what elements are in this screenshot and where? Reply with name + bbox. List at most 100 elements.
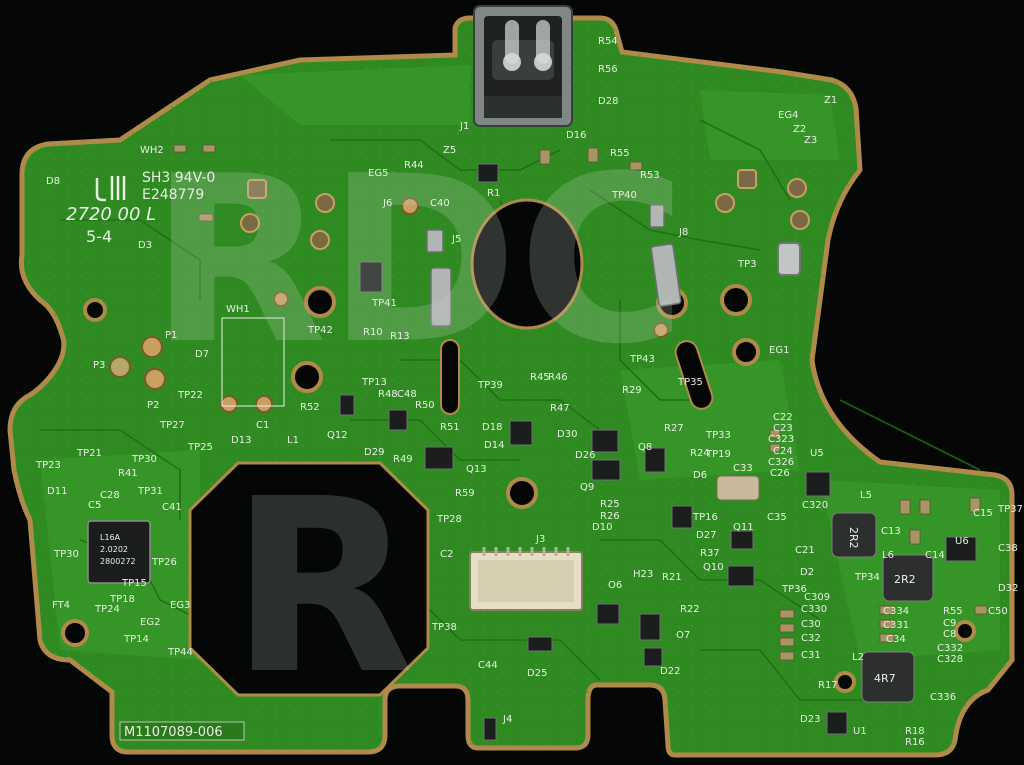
component-label: D8	[46, 176, 60, 187]
component-label: D16	[566, 130, 586, 141]
component-label: R27	[664, 423, 684, 434]
component-label: R29	[622, 385, 642, 396]
component-label: P1	[165, 330, 177, 341]
component-label: TP36	[781, 584, 807, 595]
component-label: C38	[998, 543, 1018, 554]
component-label: C328	[937, 654, 963, 665]
component-label: TP30	[53, 549, 79, 560]
component-label: C34	[886, 634, 906, 645]
component-label: Q12	[327, 430, 348, 441]
connector-j3	[469, 547, 583, 611]
component-label: TP28	[436, 514, 462, 525]
component-label: EG4	[778, 110, 798, 121]
svg-text:2R2: 2R2	[847, 527, 860, 549]
component-label: TP23	[35, 460, 61, 471]
component-label: R21	[662, 572, 682, 583]
component-label: EG2	[140, 617, 160, 628]
component-label: R56	[598, 64, 618, 75]
component-label: Q8	[638, 442, 652, 453]
component-label: Q9	[580, 482, 594, 493]
component-label: D18	[482, 422, 502, 433]
component-label: C330	[801, 604, 827, 615]
component-label: TP13	[361, 377, 387, 388]
component-label: D29	[364, 447, 384, 458]
component-label: C28	[100, 490, 120, 501]
component-label: R37	[700, 548, 720, 559]
component-label: C15	[973, 508, 993, 519]
component-label: C21	[795, 545, 815, 556]
component-label: C5	[88, 500, 101, 511]
component-label: D11	[47, 486, 67, 497]
component-label: D25	[527, 668, 547, 679]
component-label: D27	[696, 530, 716, 541]
component-label: TP24	[94, 604, 120, 615]
component-label: J4	[502, 714, 512, 725]
component-label: D23	[800, 714, 820, 725]
component-label: R52	[300, 402, 320, 413]
component-label: D10	[592, 522, 612, 533]
usb-c-connector	[473, 5, 573, 127]
component-label: Q10	[703, 562, 724, 573]
crystal	[716, 475, 760, 501]
component-label: Z1	[824, 95, 837, 106]
inductor-l5: 2R2	[831, 512, 877, 558]
circuit-board-photo: L16A 2.0202 2800272 2R2 2R2 4R7 RDC R SH…	[7, 5, 1023, 758]
component-label: J1	[459, 121, 469, 132]
component-label: R1	[487, 188, 500, 199]
component-label: C24	[773, 446, 793, 457]
component-label: D7	[195, 349, 209, 360]
component-label: C44	[478, 660, 498, 671]
component-label: R48	[378, 389, 398, 400]
component-label: J6	[382, 198, 392, 209]
component-label: R49	[393, 454, 413, 465]
component-label: C35	[767, 512, 787, 523]
component-label: C323	[768, 434, 794, 445]
component-label: O7	[676, 630, 690, 641]
svg-text:4R7: 4R7	[874, 672, 896, 685]
component-label: C14	[925, 550, 945, 561]
component-label: TP38	[431, 622, 457, 633]
component-label: TP37	[997, 504, 1023, 515]
component-label: EG1	[769, 345, 789, 356]
svg-text:2R2: 2R2	[894, 573, 916, 586]
component-label: H23	[633, 569, 653, 580]
component-label: TP19	[705, 449, 731, 460]
component-label: TP15	[121, 578, 147, 589]
component-label: C23	[773, 423, 793, 434]
component-label: Z5	[443, 145, 456, 156]
component-label: R10	[363, 327, 383, 338]
component-label: D22	[660, 666, 680, 677]
component-label: C30	[801, 619, 821, 630]
component-label: L5	[860, 490, 872, 501]
component-label: Q11	[733, 522, 754, 533]
component-label: J8	[678, 227, 688, 238]
component-label: C9	[943, 618, 956, 629]
component-label: C13	[881, 526, 901, 537]
component-label: D26	[575, 450, 595, 461]
component-label: C22	[773, 412, 793, 423]
component-label: TP27	[159, 420, 185, 431]
component-label: TP44	[167, 647, 193, 658]
component-label: FT4	[52, 600, 70, 611]
component-label: R25	[600, 499, 620, 510]
component-label: TP40	[611, 190, 637, 201]
component-label: D14	[484, 440, 504, 451]
component-label: D13	[231, 435, 251, 446]
component-label: EG3	[170, 600, 190, 611]
component-label: R50	[415, 400, 435, 411]
component-label: R51	[440, 422, 460, 433]
component-label: R18	[905, 726, 925, 737]
component-label: R17	[818, 680, 838, 691]
component-label: P2	[147, 400, 159, 411]
ul-file-number: E248779	[142, 187, 204, 203]
component-label: C309	[804, 592, 830, 603]
component-label: C332	[937, 643, 963, 654]
component-label: R44	[404, 160, 424, 171]
component-label: TP33	[705, 430, 731, 441]
component-label: TP41	[371, 298, 397, 309]
component-label: D6	[693, 470, 707, 481]
component-label: C8	[943, 629, 956, 640]
component-label: C50	[988, 606, 1008, 617]
component-label: TP43	[629, 354, 655, 365]
chip-marking-1: L16A	[100, 533, 121, 542]
